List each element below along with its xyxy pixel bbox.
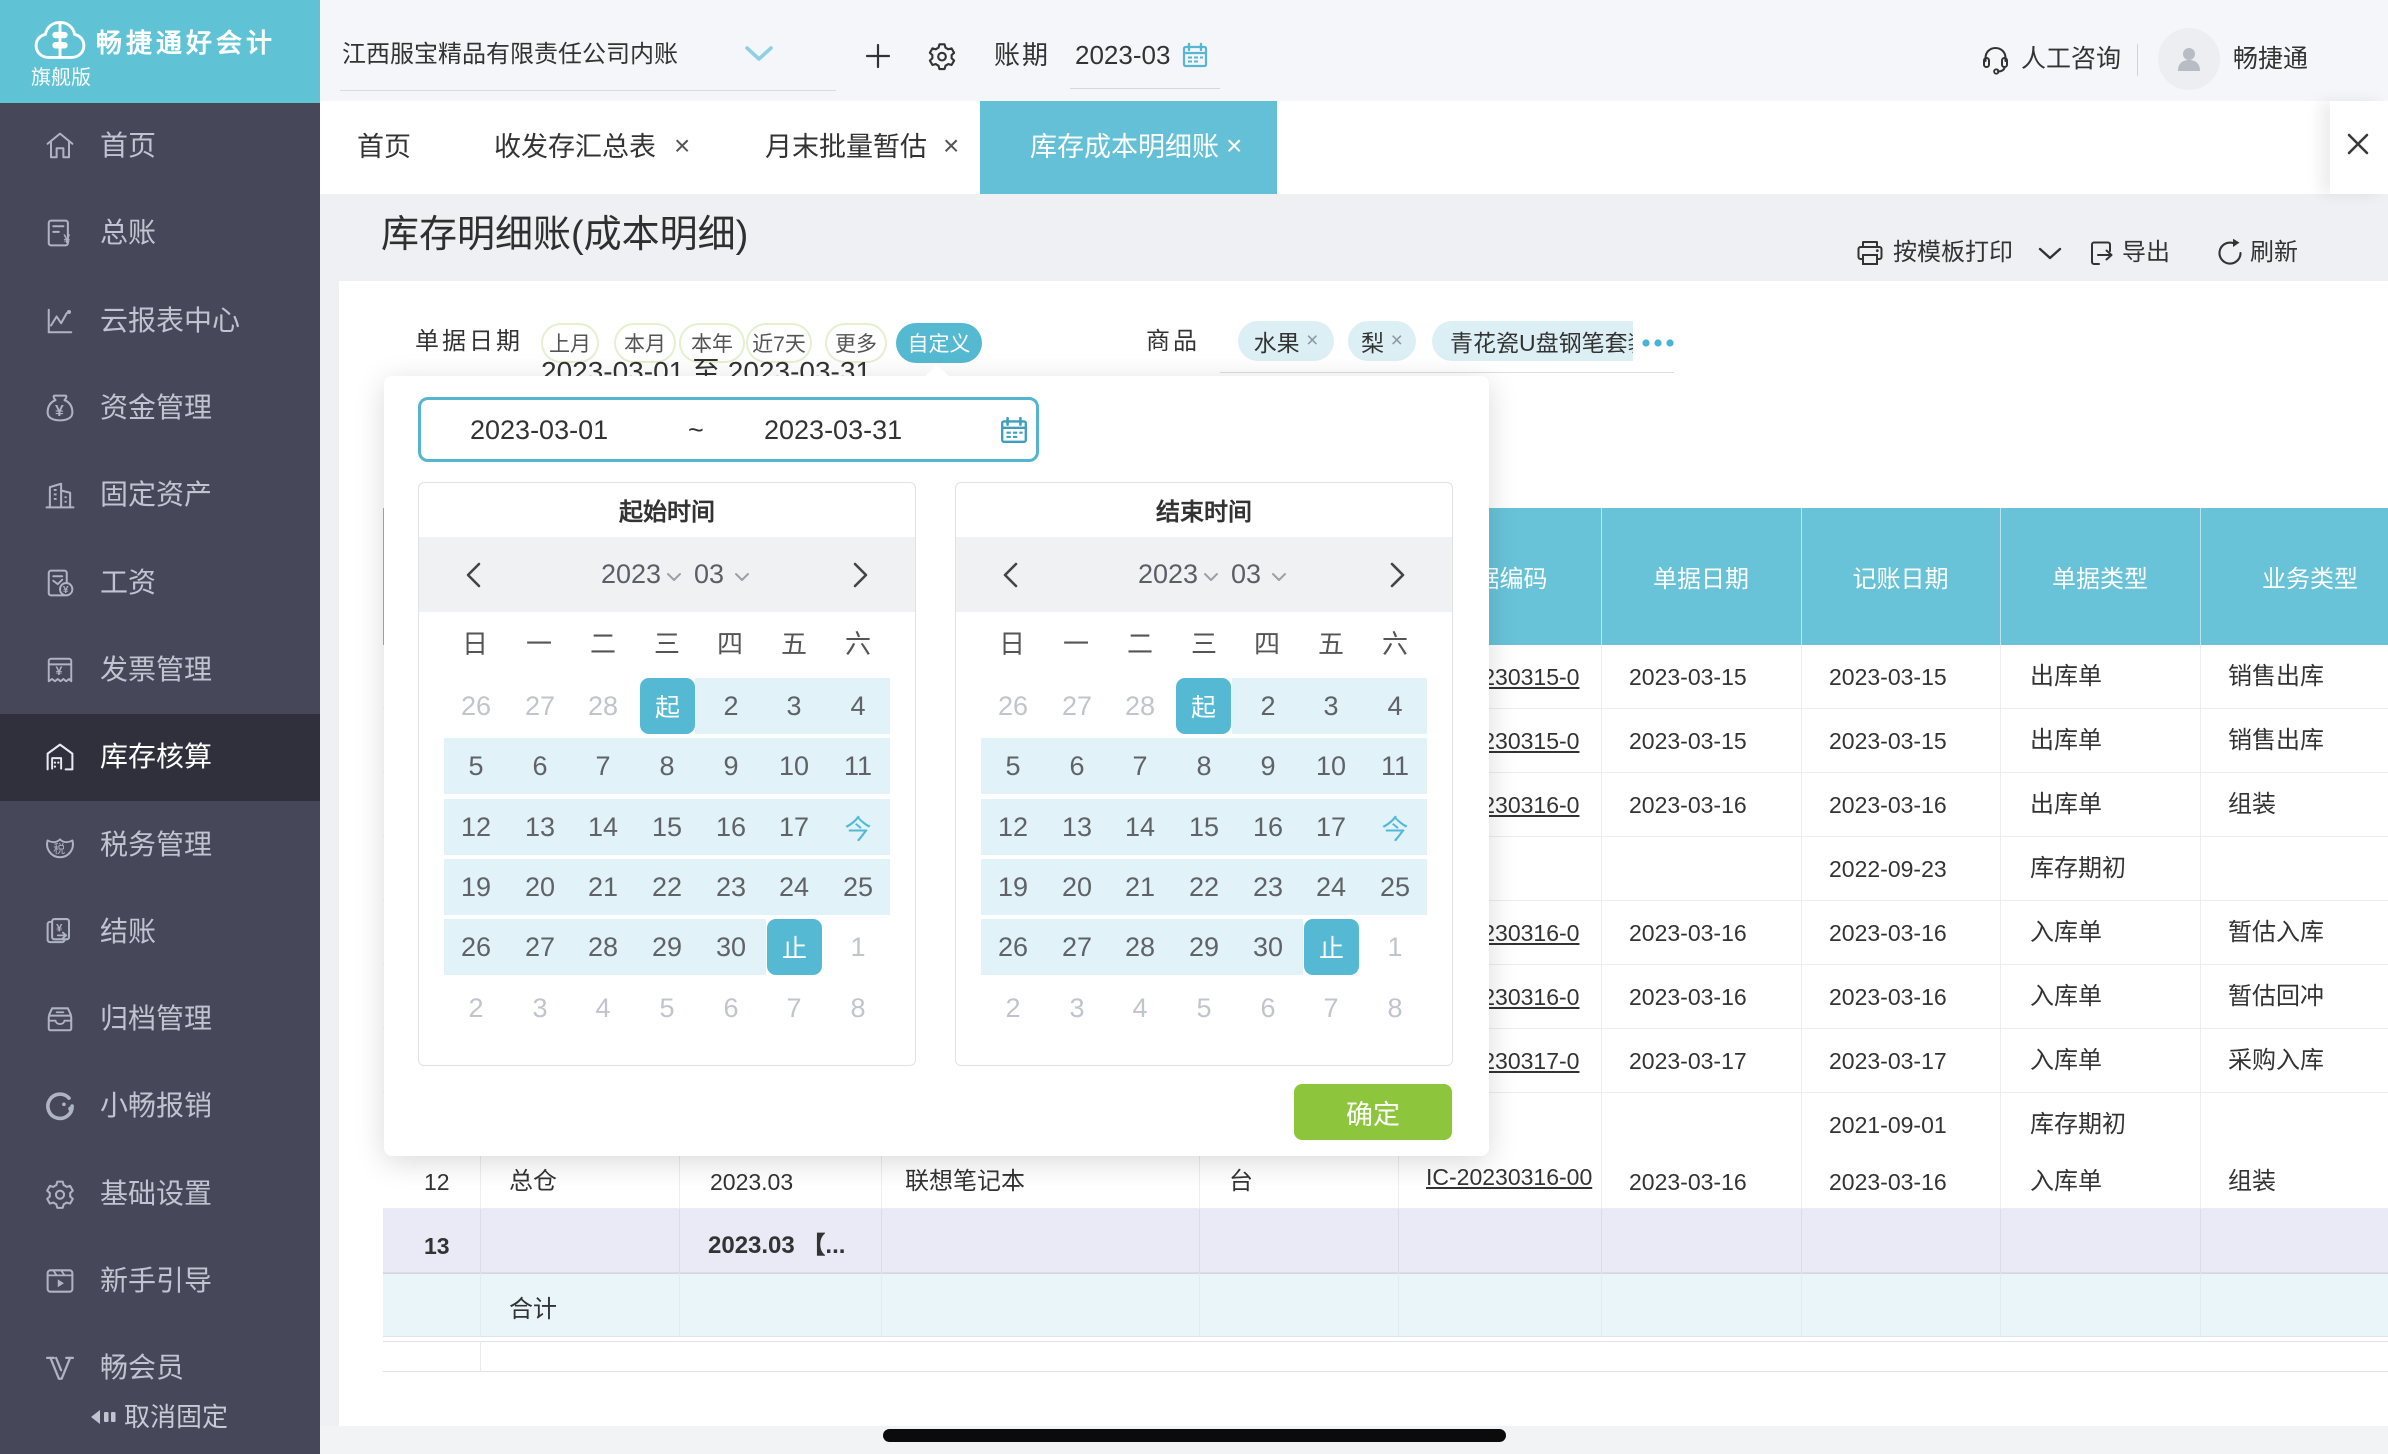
svg-text:¥: ¥ xyxy=(63,232,70,246)
svg-text:税: 税 xyxy=(53,842,65,856)
svg-text:¥: ¥ xyxy=(55,403,64,420)
svg-text:¥: ¥ xyxy=(63,585,69,596)
svg-text:¥: ¥ xyxy=(56,664,63,678)
